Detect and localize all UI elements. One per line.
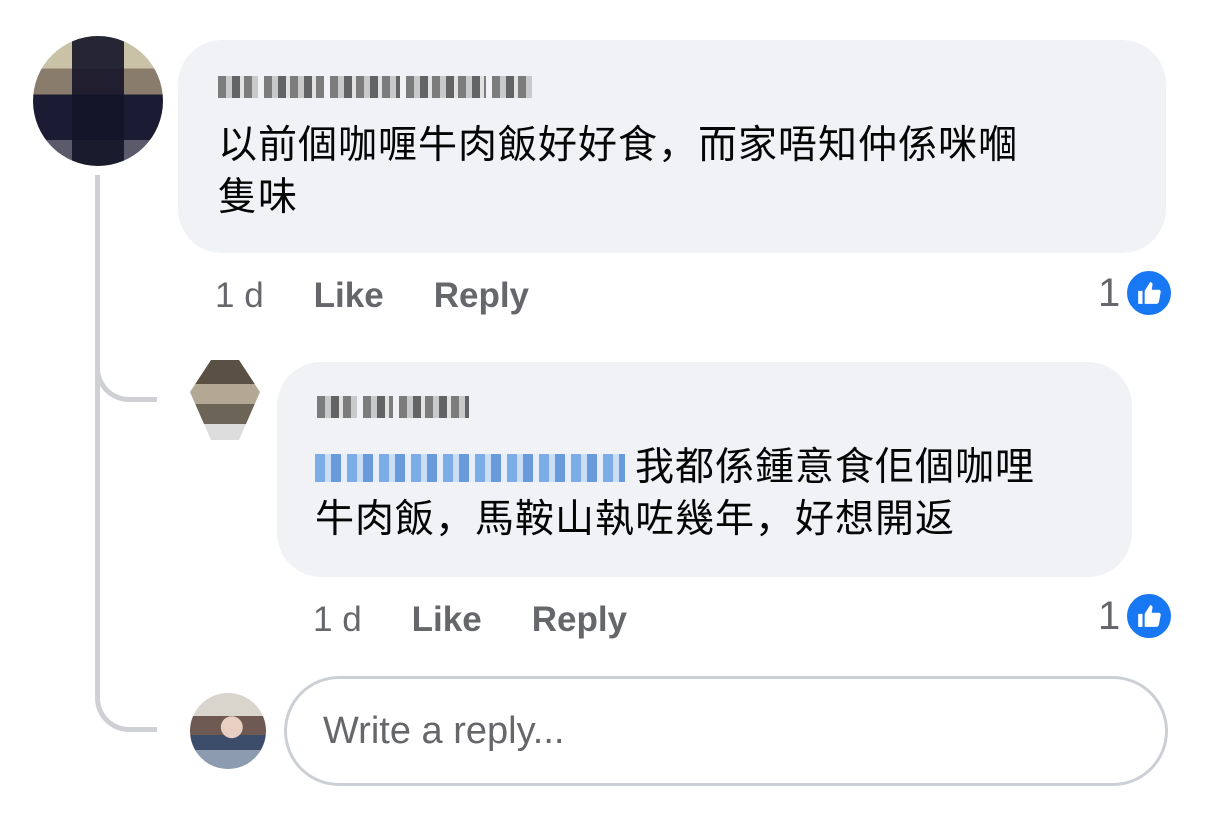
comment-bubble: 以前個咖喱牛肉飯好好食，而家唔知仲係咪嗰 隻味 <box>178 40 1166 253</box>
comment-text: 以前個咖喱牛肉飯好好食，而家唔知仲係咪嗰 隻味 <box>218 120 1148 224</box>
reply-input[interactable] <box>321 708 1165 754</box>
reaction-count: 1 <box>1098 593 1121 638</box>
thread-connector <box>95 330 157 402</box>
like-button[interactable]: Like <box>314 276 384 315</box>
like-button[interactable]: Like <box>412 600 482 639</box>
reaction-summary[interactable]: 1 <box>1098 591 1175 641</box>
avatar[interactable] <box>190 360 260 440</box>
comment-meta: 1 d Like Reply <box>215 276 529 316</box>
reaction-summary[interactable]: 1 <box>1098 268 1175 318</box>
comment-text-segment: 我都係鍾意食佢個咖哩 <box>635 445 1036 490</box>
comment-text-line: 牛肉飯，馬鞍山執咗幾年，好想開返 <box>315 497 956 542</box>
thumbs-up-icon <box>1124 591 1175 641</box>
comment-text-line: 以前個咖喱牛肉飯好好食，而家唔知仲係咪嗰 <box>218 123 1019 168</box>
comment-time[interactable]: 1 d <box>313 600 362 639</box>
comment-bubble: 我都係鍾意食佢個咖哩 牛肉飯，馬鞍山執咗幾年，好想開返 <box>277 362 1132 577</box>
current-user-avatar[interactable] <box>190 693 266 769</box>
comment-text-line: 我都係鍾意食佢個咖哩 <box>315 442 1115 494</box>
comment-meta: 1 d Like Reply <box>313 600 627 640</box>
comment-time[interactable]: 1 d <box>215 276 264 315</box>
reaction-count: 1 <box>1098 270 1121 315</box>
thumbs-up-icon <box>1124 268 1175 318</box>
avatar[interactable] <box>33 36 163 166</box>
mention-link[interactable] <box>315 454 625 482</box>
reply-box[interactable] <box>284 676 1168 786</box>
comment-author[interactable] <box>317 396 475 426</box>
comment-text: 我都係鍾意食佢個咖哩 牛肉飯，馬鞍山執咗幾年，好想開返 <box>315 442 1115 546</box>
thread-line <box>95 400 100 680</box>
thread-connector <box>95 660 157 732</box>
reply-button[interactable]: Reply <box>532 600 627 639</box>
comment-author[interactable] <box>218 76 538 106</box>
reply-button[interactable]: Reply <box>434 276 529 315</box>
comment-text-line: 隻味 <box>218 175 299 220</box>
